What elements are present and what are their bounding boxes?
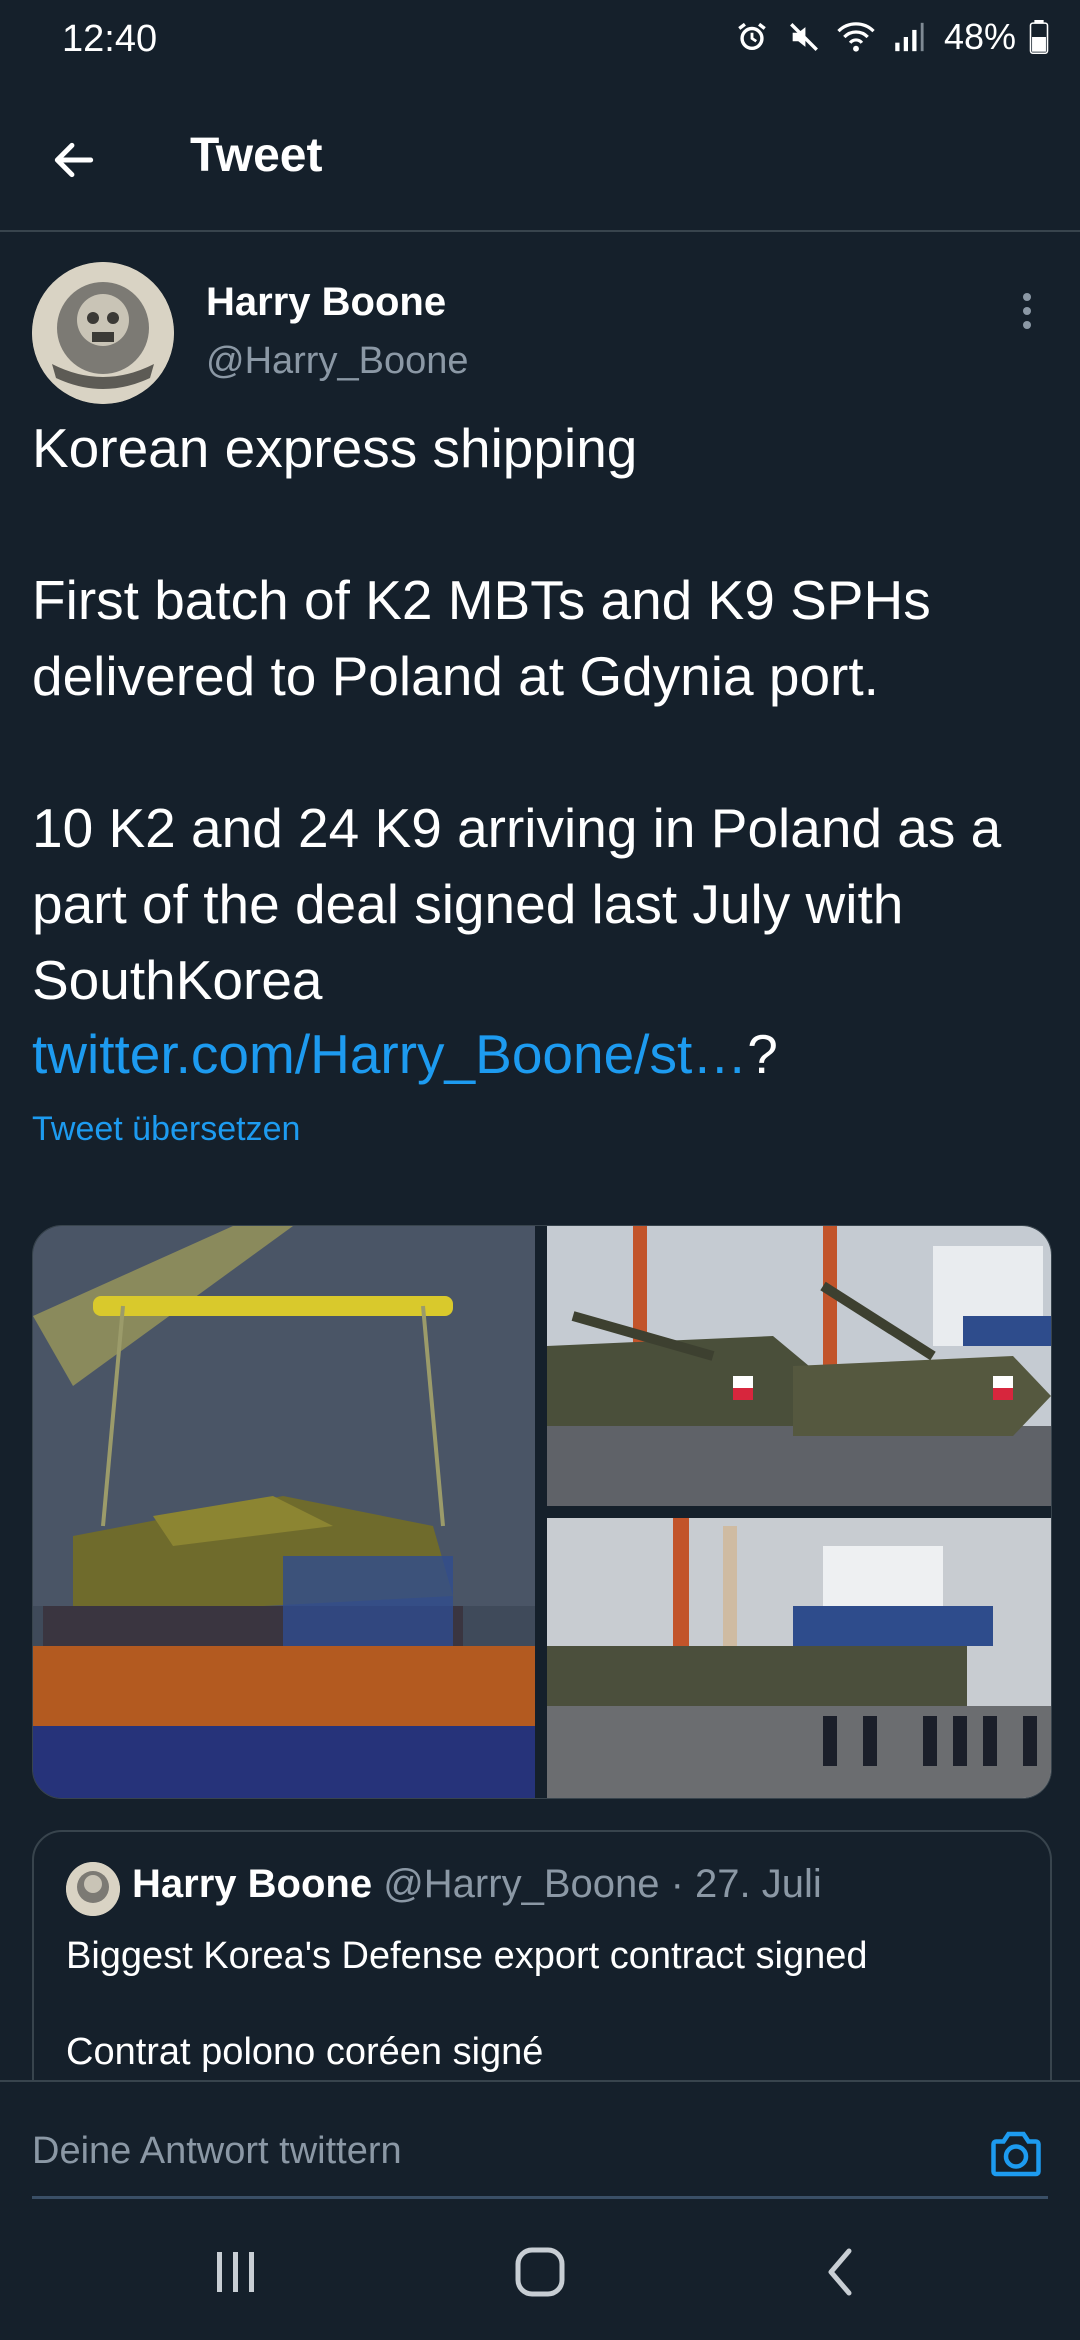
author-handle[interactable]: @Harry_Boone	[206, 340, 468, 383]
media-grid	[32, 1225, 1052, 1799]
page-title: Tweet	[190, 129, 323, 182]
back-nav-button[interactable]	[800, 2242, 880, 2302]
back-button[interactable]	[38, 124, 110, 196]
recent-apps-icon	[217, 2252, 254, 2292]
media-photo-3[interactable]	[547, 1518, 1051, 1798]
media-photo-1[interactable]	[33, 1226, 535, 1798]
status-bar: 12:40 48%	[0, 0, 1080, 80]
status-time: 12:40	[62, 18, 158, 60]
quoted-author-avatar	[66, 1862, 120, 1916]
battery-percent: 48%	[943, 16, 1016, 57]
media-photo-2[interactable]	[547, 1226, 1051, 1506]
chevron-left-icon	[828, 2248, 852, 2296]
camera-button[interactable]	[986, 2124, 1046, 2184]
quoted-meta: @Harry_Boone · 27. Juli	[383, 1862, 822, 1906]
tweet-link-line: twitter.com/Harry_Boone/st…?	[32, 1016, 778, 1092]
author-name[interactable]: Harry Boone	[206, 280, 446, 325]
signal-icon	[888, 17, 928, 57]
tweet-text: Korean express shipping First batch of K…	[32, 417, 1002, 1011]
app-bar: Tweet	[0, 80, 1080, 232]
wifi-icon	[836, 17, 876, 57]
reply-bar: Deine Antwort twittern	[0, 2080, 1080, 2202]
quoted-text: Biggest Korea's Defense export contract …	[66, 1935, 868, 2073]
author-avatar[interactable]	[32, 262, 174, 404]
more-options-button[interactable]	[1000, 284, 1054, 338]
arrow-left-icon	[54, 142, 94, 178]
tweet-link[interactable]: twitter.com/Harry_Boone/st…	[32, 1023, 747, 1085]
home-button[interactable]	[500, 2242, 580, 2302]
quoted-author-name: Harry Boone	[132, 1862, 373, 1906]
mute-icon	[784, 17, 824, 57]
reply-underline	[32, 2196, 1048, 2199]
reply-input[interactable]: Deine Antwort twittern	[32, 2130, 402, 2173]
translate-tweet-link[interactable]: Tweet übersetzen	[32, 1110, 300, 1149]
system-nav-bar	[0, 2200, 1080, 2340]
more-vertical-icon	[1023, 293, 1031, 329]
home-icon	[515, 2247, 565, 2297]
status-icons: 48%	[732, 16, 1050, 58]
alarm-icon	[732, 17, 772, 57]
recent-apps-button[interactable]	[196, 2242, 276, 2302]
tweet-link-suffix: ?	[747, 1023, 778, 1085]
quoted-header: Harry Boone @Harry_Boone · 27. Juli	[132, 1862, 822, 1907]
battery-icon	[1028, 17, 1050, 57]
camera-icon	[991, 2131, 1041, 2177]
